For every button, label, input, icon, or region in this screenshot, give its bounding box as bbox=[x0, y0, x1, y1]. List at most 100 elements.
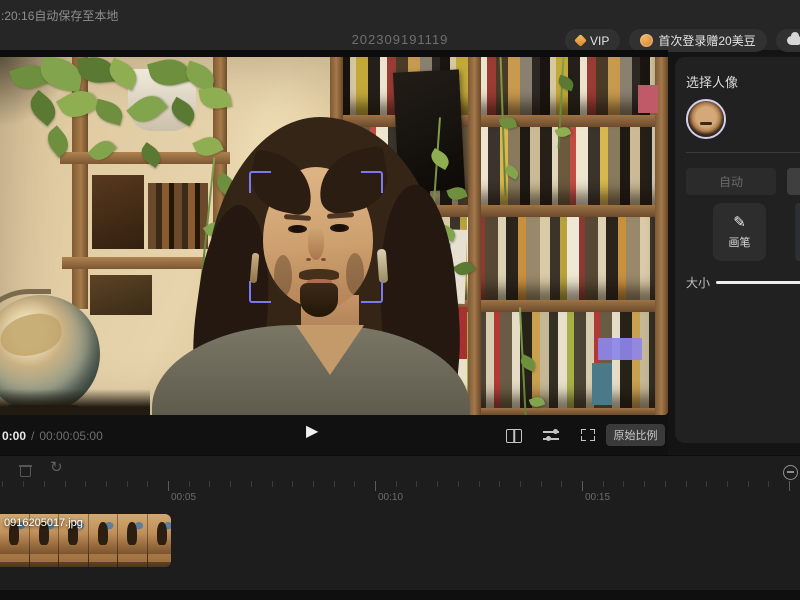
ruler-major-tick bbox=[168, 481, 169, 491]
tab-partial[interactable] bbox=[787, 168, 800, 195]
plant-leaf bbox=[452, 258, 476, 279]
ruler-minor-tick bbox=[105, 481, 107, 487]
face-box-corner bbox=[361, 281, 383, 303]
ruler-major-tick bbox=[789, 481, 790, 491]
ruler-minor-tick bbox=[561, 481, 563, 487]
plant-leaf bbox=[503, 164, 521, 180]
project-title: 202309191119 bbox=[351, 32, 449, 47]
ruler-minor-tick bbox=[499, 481, 501, 487]
ruler-minor-tick bbox=[85, 481, 87, 487]
timecode: 0:00 / 00:00:05:00 bbox=[2, 429, 103, 443]
ruler-minor-tick bbox=[602, 481, 604, 487]
size-slider[interactable] bbox=[716, 281, 800, 284]
clip-thumbnail bbox=[118, 514, 148, 567]
ruler-minor-tick bbox=[292, 481, 294, 487]
ruler-minor-tick bbox=[230, 481, 232, 487]
ruler-minor-tick bbox=[623, 481, 625, 487]
ruler-minor-tick bbox=[147, 481, 149, 487]
save-button[interactable]: 保存我的美 bbox=[775, 29, 800, 52]
ruler-major-tick bbox=[375, 481, 376, 491]
fullscreen-corner bbox=[581, 429, 586, 434]
fullscreen-corner bbox=[590, 436, 595, 441]
ruler-minor-tick bbox=[250, 481, 252, 487]
ruler-minor-tick bbox=[478, 481, 480, 487]
zoom-out-icon[interactable] bbox=[783, 465, 798, 480]
tab-auto[interactable]: 自动 bbox=[686, 168, 776, 195]
plant-leaf bbox=[42, 125, 74, 158]
plant-leaf bbox=[556, 74, 576, 92]
promo-label: 首次登录赠20美豆 bbox=[658, 34, 756, 48]
ruler-minor-tick bbox=[519, 481, 521, 487]
plant-leaf bbox=[198, 84, 232, 112]
ruler-minor-tick bbox=[312, 481, 314, 487]
player-controls: 0:00 / 00:00:05:00 ▶ 原始比例 bbox=[0, 415, 668, 455]
ruler-minor-tick bbox=[271, 481, 273, 487]
plant-leaf bbox=[87, 136, 117, 165]
clip-thumbnail bbox=[147, 514, 171, 567]
preview-image bbox=[0, 57, 668, 415]
ruler-minor-tick bbox=[768, 481, 770, 487]
clip-thumbnail bbox=[88, 514, 118, 567]
brush-tool-button[interactable]: ✎ 画笔 bbox=[713, 203, 766, 261]
ruler-tick-label: 00:15 bbox=[585, 492, 611, 503]
vip-button[interactable]: VIP bbox=[565, 29, 621, 52]
replace-icon[interactable]: ↻ bbox=[50, 460, 63, 475]
total-duration: 00:00:05:00 bbox=[39, 429, 103, 443]
topbar-actions: VIP 首次登录赠20美豆 保存我的美 bbox=[565, 29, 800, 52]
brush-label: 画笔 bbox=[728, 236, 751, 249]
ruler-tick-label: 00:10 bbox=[378, 492, 404, 503]
original-ratio-button[interactable]: 原始比例 bbox=[606, 424, 665, 446]
fullscreen-icon[interactable] bbox=[581, 429, 595, 441]
size-label: 大小 bbox=[686, 276, 711, 290]
plant-leaf bbox=[55, 83, 101, 125]
top-bar: :20:16自动保存至本地 202309191119 VIP 首次登录赠20美豆… bbox=[0, 0, 800, 52]
vip-label: VIP bbox=[590, 33, 610, 48]
plant-leaf bbox=[518, 354, 538, 372]
plant-leaf bbox=[137, 142, 165, 168]
fullscreen-corner bbox=[581, 436, 586, 441]
ruler-minor-tick bbox=[395, 481, 397, 487]
current-time: 0:00 bbox=[2, 429, 27, 443]
compare-icon[interactable] bbox=[506, 429, 522, 443]
ruler-minor-tick bbox=[726, 481, 728, 487]
panel-divider bbox=[686, 152, 800, 153]
ruler-tick-label: 00:05 bbox=[171, 492, 197, 503]
face-box-corner bbox=[249, 171, 271, 193]
app-window: :20:16自动保存至本地 202309191119 VIP 首次登录赠20美豆… bbox=[0, 0, 800, 600]
tool-button-partial[interactable] bbox=[795, 203, 800, 261]
face-detection-box[interactable] bbox=[249, 171, 383, 303]
ruler-minor-tick bbox=[333, 481, 335, 487]
face-box-corner bbox=[249, 281, 271, 303]
ruler-minor-tick bbox=[457, 481, 459, 487]
ruler-minor-tick bbox=[188, 481, 190, 487]
portrait-panel: 选择人像 自动 ✎ 画笔 大小 bbox=[675, 57, 800, 443]
portrait-avatar[interactable] bbox=[686, 99, 726, 139]
ruler-minor-tick bbox=[209, 481, 211, 487]
time-separator: / bbox=[31, 429, 35, 443]
ruler-major-tick bbox=[582, 481, 583, 491]
plant-leaf bbox=[192, 132, 224, 161]
plant-leaf bbox=[166, 96, 200, 127]
adjust-knob bbox=[546, 436, 551, 441]
video-preview[interactable] bbox=[0, 50, 668, 415]
timeline-ruler[interactable]: 00:05 00:10 00:15 bbox=[0, 481, 800, 507]
ruler-minor-tick bbox=[540, 481, 542, 487]
clip-filename: 0916205017.jpg bbox=[4, 517, 83, 529]
plant-leaf bbox=[446, 184, 468, 203]
ruler-minor-tick bbox=[2, 481, 4, 487]
vip-gem-icon bbox=[574, 34, 587, 47]
trash-body bbox=[20, 467, 31, 477]
ruler-minor-tick bbox=[747, 481, 749, 487]
autosave-status: :20:16自动保存至本地 bbox=[1, 9, 119, 23]
face-box-corner bbox=[361, 171, 383, 193]
ruler-minor-tick bbox=[43, 481, 45, 487]
bottom-strip bbox=[0, 590, 800, 600]
delete-clip-icon[interactable] bbox=[19, 464, 32, 477]
ruler-minor-tick bbox=[64, 481, 66, 487]
timeline-section: ↻ 00:05 00:10 00:15 0916205017.jpg bbox=[0, 455, 800, 591]
ruler-minor-tick bbox=[664, 481, 666, 487]
promo-button[interactable]: 首次登录赠20美豆 bbox=[629, 29, 767, 52]
adjust-icon[interactable] bbox=[543, 429, 559, 441]
adjust-knob bbox=[553, 429, 558, 434]
play-button[interactable]: ▶ bbox=[306, 424, 318, 440]
